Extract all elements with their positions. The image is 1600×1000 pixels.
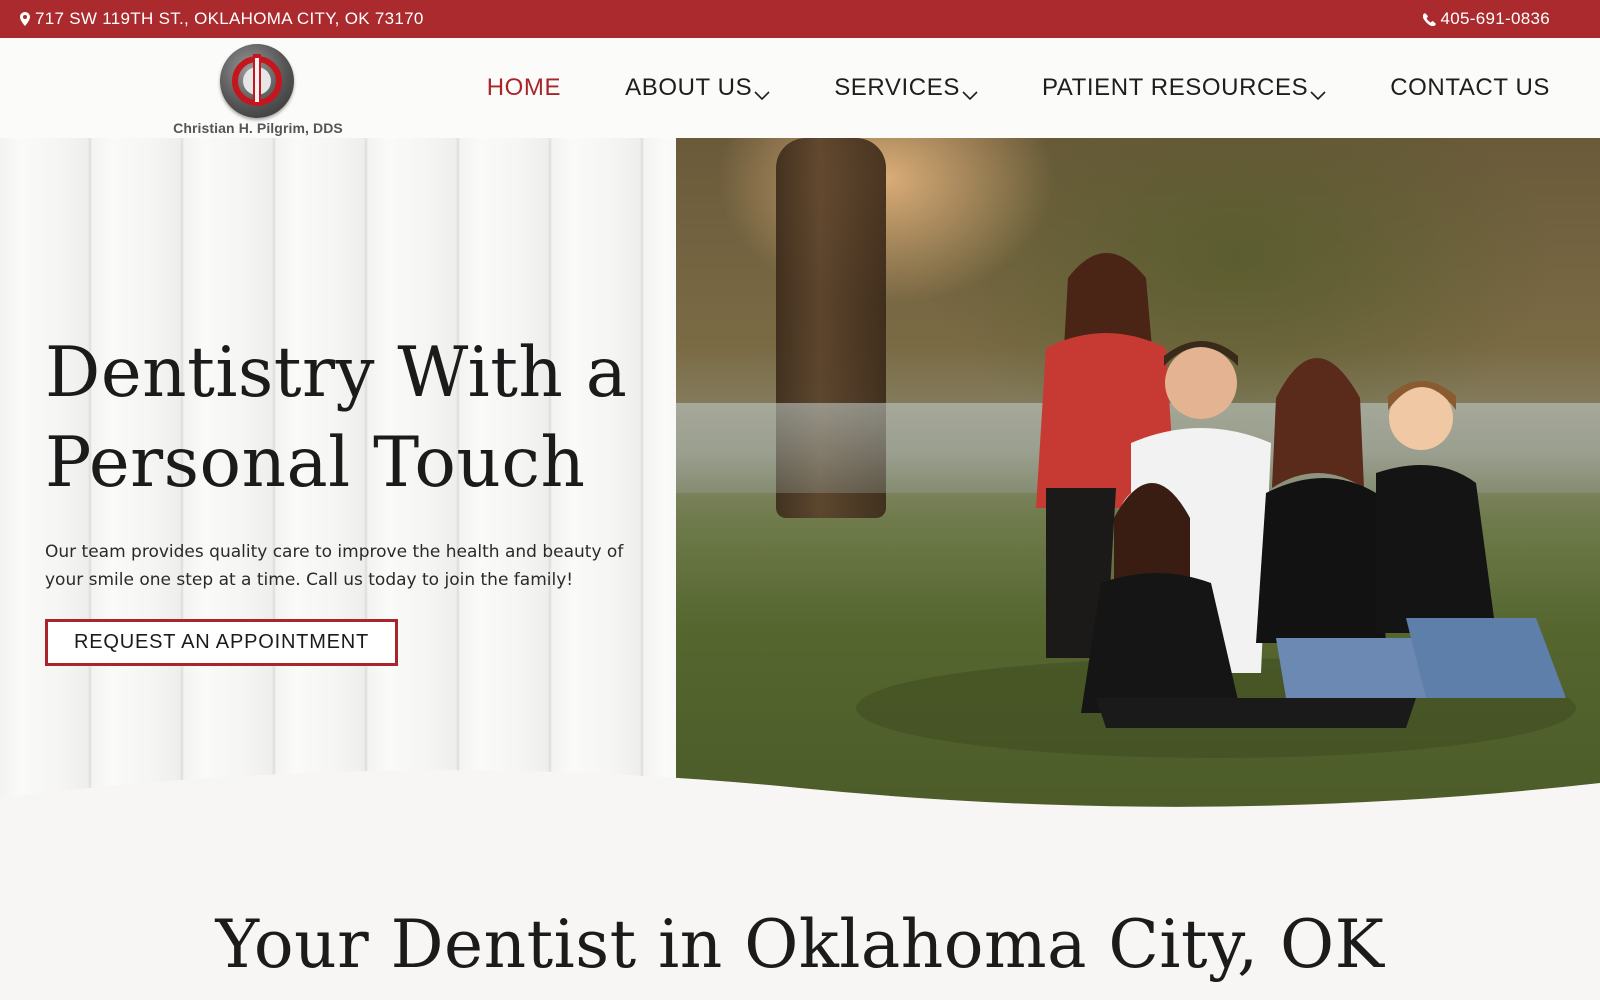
chevron-down-icon [754,80,770,108]
logo-text: Christian H. Pilgrim, DDS [173,120,343,136]
hero-description: Our team provides quality care to improv… [45,542,624,590]
address-link[interactable]: 717 SW 119TH ST., OKLAHOMA CITY, OK 7317… [20,9,424,29]
hero-title-line1: Dentistry With a [45,333,628,413]
map-pin-icon [20,12,30,26]
nav-item-about-us[interactable]: ABOUT US [625,68,770,108]
hero-family-image [676,138,1600,838]
family-illustration [856,253,1576,758]
hero-section: Dentistry With a Personal Touch Our team… [0,138,1600,838]
hero-title-line2: Personal Touch [45,423,586,503]
site-header: Christian H. Pilgrim, DDS HOME ABOUT US … [0,38,1600,138]
nav-item-label: PATIENT RESOURCES [1041,74,1309,101]
nav-item-services[interactable]: SERVICES [834,68,978,108]
nav-item-patient-resources[interactable]: PATIENT RESOURCES [1042,68,1326,108]
chevron-down-icon [962,80,978,108]
phone-link[interactable]: 405-691-0836 [1422,9,1550,29]
hero-content: Dentistry With a Personal Touch Our team… [45,328,645,666]
nav-item-label: CONTACT US [1390,74,1550,101]
nav-item-label: SERVICES [834,74,960,101]
phone-icon [1422,12,1436,26]
nav-item-label: HOME [486,74,562,101]
address-text: 717 SW 119TH ST., OKLAHOMA CITY, OK 7317… [35,9,424,28]
logo-mark [220,44,294,118]
intro-title: Your Dentist in Oklahoma City, OK [215,906,1385,983]
top-bar: 717 SW 119TH ST., OKLAHOMA CITY, OK 7317… [0,0,1600,38]
chevron-down-icon [1310,80,1326,108]
main-nav: HOME ABOUT US SERVICES PATIENT RESOURCES… [423,38,1550,138]
intro-section: Your Dentist in Oklahoma City, OK [0,900,1600,990]
hero-wave-divider [0,770,1600,838]
request-appointment-button[interactable]: REQUEST AN APPOINTMENT [45,619,399,666]
nav-item-label: ABOUT US [625,74,753,101]
hero-title: Dentistry With a Personal Touch [45,328,645,508]
site-logo[interactable]: Christian H. Pilgrim, DDS [168,42,348,136]
nav-item-home[interactable]: HOME [487,74,561,102]
phone-text: 405-691-0836 [1440,9,1550,28]
nav-item-contact-us[interactable]: CONTACT US [1390,74,1550,102]
